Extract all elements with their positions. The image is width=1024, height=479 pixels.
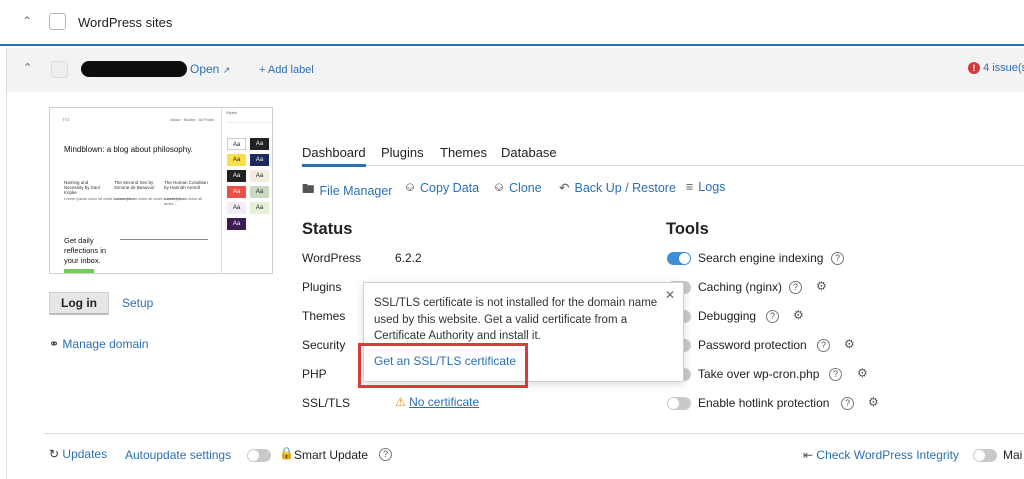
site-checkbox[interactable] bbox=[51, 61, 68, 78]
copy-data-button[interactable]: ⎉ Copy Data bbox=[405, 180, 479, 195]
style-swatch: Aa bbox=[227, 154, 246, 166]
status-label-ssl: SSL/TLS bbox=[302, 396, 351, 410]
refresh-icon: ↻ bbox=[49, 447, 60, 461]
tab-themes[interactable]: Themes bbox=[440, 145, 487, 160]
folder-icon: 🖿 bbox=[302, 182, 315, 196]
autoupdate-settings-link[interactable]: Autoupdate settings bbox=[125, 448, 231, 462]
login-button[interactable]: Log in bbox=[49, 292, 109, 315]
logs-button[interactable]: ≡ Logs bbox=[686, 180, 725, 194]
bottom-divider bbox=[44, 433, 1024, 434]
smart-update-toggle[interactable] bbox=[247, 449, 271, 462]
close-icon[interactable]: ✕ bbox=[665, 288, 675, 302]
warning-icon: ⚠ bbox=[395, 395, 406, 409]
copy-icon: ⎉ bbox=[405, 180, 416, 194]
logs-icon: ≡ bbox=[686, 180, 694, 194]
smart-update-label: Smart Update bbox=[294, 448, 369, 462]
no-certificate-link[interactable]: No certificate bbox=[409, 395, 479, 409]
status-title: Status bbox=[302, 220, 353, 238]
setup-link[interactable]: Setup bbox=[122, 296, 153, 310]
style-swatch: Aa bbox=[250, 202, 269, 214]
tabs-divider bbox=[301, 165, 1024, 166]
globe-icon: ⚭ bbox=[49, 337, 60, 351]
error-icon: ! bbox=[968, 62, 980, 74]
maintenance-toggle[interactable] bbox=[973, 449, 997, 462]
updates-link[interactable]: ↻ Updates bbox=[49, 447, 107, 461]
ssl-status[interactable]: ⚠ No certificate bbox=[395, 395, 479, 409]
issues-badge[interactable]: ! 4 issue(s bbox=[968, 62, 1024, 74]
status-label-security: Security bbox=[302, 338, 346, 352]
list-header: ⌃ WordPress sites bbox=[0, 0, 1024, 46]
search-engine-indexing-toggle[interactable] bbox=[667, 252, 691, 265]
tab-plugins[interactable]: Plugins bbox=[381, 145, 424, 160]
help-icon[interactable]: ? bbox=[789, 281, 802, 294]
preview-styles-panel: Styles Aa Aa Aa Aa Aa Aa Aa Aa Aa Aa Aa bbox=[221, 108, 272, 273]
style-swatch: Aa bbox=[227, 218, 246, 230]
tooltip-message: SSL/TLS certificate is not installed for… bbox=[374, 297, 658, 342]
annotation-highlight-box bbox=[358, 343, 528, 388]
tool-label-caching: Caching (nginx) bbox=[698, 280, 783, 294]
status-label-plugins: Plugins bbox=[302, 280, 342, 294]
help-icon[interactable]: ? bbox=[379, 448, 392, 461]
tool-label-hotlink: Enable hotlink protection bbox=[698, 396, 830, 410]
check-integrity-link[interactable]: ⇤ Check WordPress Integrity bbox=[803, 448, 959, 462]
preview-heading: Mindblown: a blog about philosophy. bbox=[64, 145, 193, 154]
open-site-link[interactable]: Open ↗ bbox=[190, 62, 230, 76]
tool-label-indexing: Search engine indexing bbox=[698, 251, 824, 265]
plus-icon: + bbox=[259, 64, 268, 76]
style-swatch: Aa bbox=[250, 170, 269, 182]
file-manager-button[interactable]: 🖿 File Manager bbox=[302, 180, 392, 201]
list-title: WordPress sites bbox=[78, 15, 173, 30]
collapse-all-icon[interactable]: ⌃ bbox=[22, 14, 32, 28]
settings-sliders-icon[interactable]: ⚙ bbox=[868, 395, 879, 409]
site-row: ⌃ Open ↗ + Add label ! 4 issue(s bbox=[6, 48, 1024, 92]
style-swatch: Aa bbox=[250, 186, 269, 198]
manage-domain-link[interactable]: ⚭ Manage domain bbox=[49, 337, 148, 351]
style-swatch: Aa bbox=[227, 138, 246, 150]
site-preview-thumbnail[interactable]: TT3 About · Books · All Posts Mindblown:… bbox=[49, 107, 273, 274]
style-swatch: Aa bbox=[227, 170, 246, 182]
add-label-button[interactable]: + Add label bbox=[259, 64, 314, 76]
status-value-wordpress: 6.2.2 bbox=[395, 251, 422, 265]
tab-database[interactable]: Database bbox=[501, 145, 557, 160]
style-swatch: Aa bbox=[227, 202, 246, 214]
external-link-icon: ↗ bbox=[222, 65, 231, 75]
help-icon[interactable]: ? bbox=[831, 252, 844, 265]
tool-label-debugging: Debugging bbox=[698, 309, 757, 323]
clone-button[interactable]: ⎉ Clone bbox=[494, 180, 542, 195]
site-name-redacted bbox=[81, 61, 187, 77]
collapse-site-icon[interactable]: ⌃ bbox=[23, 61, 32, 74]
help-icon[interactable]: ? bbox=[841, 397, 854, 410]
preview-styles-title: Styles bbox=[226, 110, 237, 115]
backup-restore-button[interactable]: ↶ Back Up / Restore bbox=[559, 180, 676, 196]
tab-dashboard[interactable]: Dashboard bbox=[302, 145, 366, 167]
maintenance-label: Mai bbox=[1003, 448, 1023, 462]
settings-sliders-icon[interactable]: ⚙ bbox=[844, 337, 855, 351]
lock-icon: 🔒 bbox=[279, 446, 294, 460]
settings-sliders-icon[interactable]: ⚙ bbox=[793, 308, 804, 322]
preview-cta: Get daily reflections in your inbox. bbox=[64, 236, 107, 265]
settings-sliders-icon[interactable]: ⚙ bbox=[857, 366, 868, 380]
help-icon[interactable]: ? bbox=[766, 310, 779, 323]
status-label-themes: Themes bbox=[302, 309, 346, 323]
select-all-checkbox[interactable] bbox=[49, 13, 66, 30]
status-label-wordpress: WordPress bbox=[302, 251, 362, 265]
hotlink-protection-toggle[interactable] bbox=[667, 397, 691, 410]
help-icon[interactable]: ? bbox=[817, 339, 830, 352]
tools-title: Tools bbox=[666, 220, 709, 238]
style-swatch: Aa bbox=[227, 186, 246, 198]
clone-icon: ⎉ bbox=[494, 180, 505, 194]
help-icon[interactable]: ? bbox=[829, 368, 842, 381]
style-swatch: Aa bbox=[250, 138, 269, 150]
status-label-php: PHP bbox=[302, 367, 327, 381]
tool-label-password: Password protection bbox=[698, 338, 807, 352]
style-swatch: Aa bbox=[250, 154, 269, 166]
backup-icon: ↶ bbox=[559, 181, 570, 195]
tool-label-wpcron: Take over wp-cron.php bbox=[698, 367, 820, 381]
settings-sliders-icon[interactable]: ⚙ bbox=[816, 279, 827, 293]
integrity-icon: ⇤ bbox=[803, 448, 814, 462]
